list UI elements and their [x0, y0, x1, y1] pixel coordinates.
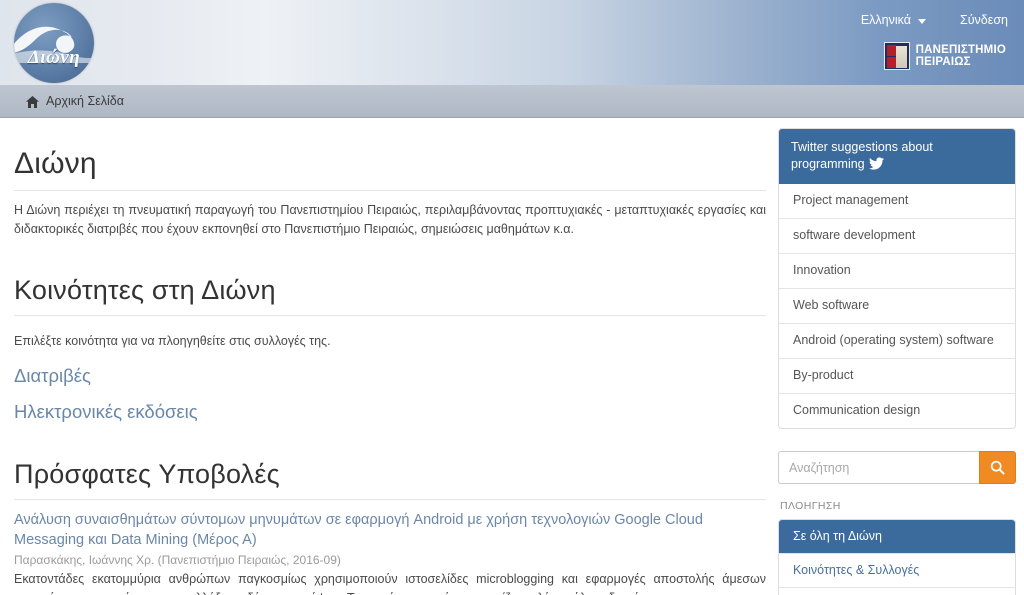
university-logo[interactable]: ΠΑΝΕΠΙΣΤΗΜΙΟ ΠΕΙΡΑΙΩΣ: [883, 42, 1006, 70]
twitter-suggestion-list: Project management software development …: [779, 184, 1015, 428]
submission-metadata: Παρασκάκης, Ιωάννης Χρ. (Πανεπιστήμιο Πε…: [14, 553, 341, 567]
nav-item-all-of-dione[interactable]: Σε όλη τη Διώνη: [779, 520, 1015, 553]
logo-circle: Διώνη: [14, 3, 94, 83]
list-item[interactable]: software development: [779, 218, 1015, 253]
home-icon: [26, 96, 39, 108]
language-label: Ελληνικά: [860, 13, 911, 27]
search-button[interactable]: [979, 451, 1016, 484]
community-link-epublications[interactable]: Ηλεκτρονικές εκδόσεις: [14, 401, 198, 422]
breadcrumb-item-home[interactable]: Αρχική Σελίδα: [26, 94, 124, 108]
university-name-line1: ΠΑΝΕΠΙΣΤΗΜΙΟ: [915, 44, 1006, 56]
site-logo[interactable]: Διώνη: [14, 3, 94, 83]
university-crest-icon: [883, 42, 910, 70]
page-body: Διώνη Η Διώνη περιέχει τη πνευματική παρ…: [0, 118, 1024, 595]
university-name: ΠΑΝΕΠΙΣΤΗΜΙΟ ΠΕΙΡΑΙΩΣ: [916, 44, 1006, 68]
intro-paragraph: Η Διώνη περιέχει τη πνευματική παραγωγή …: [14, 203, 766, 236]
list-item[interactable]: Διατριβές: [14, 365, 766, 387]
search-icon: [990, 460, 1005, 475]
list-item[interactable]: Communication design: [779, 393, 1015, 428]
search-input[interactable]: [778, 451, 979, 484]
twitter-panel-header: Twitter suggestions about programming: [779, 129, 1015, 184]
twitter-suggestions-panel: Twitter suggestions about programming Pr…: [778, 128, 1016, 429]
search-form: [778, 451, 1016, 484]
login-label: Σύνδεση: [959, 13, 1008, 27]
list-item[interactable]: Android (operating system) software: [779, 323, 1015, 358]
chevron-down-icon: [917, 18, 926, 24]
twitter-panel-title: Twitter suggestions about programming: [791, 140, 933, 171]
sidebar: Twitter suggestions about programming Pr…: [778, 118, 1016, 595]
list-item[interactable]: Innovation: [779, 253, 1015, 288]
list-item[interactable]: Project management: [779, 184, 1015, 218]
community-list: Διατριβές Ηλεκτρονικές εκδόσεις: [14, 365, 766, 423]
site-header: Διώνη Ελληνικά Σύνδεση ΠΑΝΕΠΙΣΤΗΜΙΟ ΠΕΙΡ…: [0, 0, 1024, 85]
list-item[interactable]: Web software: [779, 288, 1015, 323]
nav-item-by-issue-date[interactable]: Ανά ημερομηνία έκδοσης: [779, 587, 1015, 595]
page-title: Διώνη: [14, 147, 766, 191]
login-link[interactable]: Σύνδεση: [960, 13, 1008, 27]
communities-lead: Επιλέξτε κοινότητα για να πλοηγηθείτε στ…: [14, 334, 331, 348]
navigation-list: Σε όλη τη Διώνη Κοινότητες & Συλλογές Αν…: [778, 519, 1016, 595]
navigation-label: ΠΛΟΗΓΗΣΗ: [780, 500, 841, 512]
community-link-theses[interactable]: Διατριβές: [14, 365, 91, 386]
nav-item-communities-collections[interactable]: Κοινότητες & Συλλογές: [779, 553, 1015, 587]
university-name-line2: ΠΕΙΡΑΙΩΣ: [915, 56, 971, 68]
header-utility-links: Ελληνικά Σύνδεση: [861, 13, 1008, 27]
submission-title-link[interactable]: Ανάλυση συναισθημάτων σύντομων μηνυμάτων…: [14, 510, 766, 550]
main-content: Διώνη Η Διώνη περιέχει τη πνευματική παρ…: [14, 118, 766, 595]
logo-wordmark: Διώνη: [27, 47, 81, 68]
breadcrumb: Αρχική Σελίδα: [0, 85, 1024, 118]
language-selector[interactable]: Ελληνικά: [861, 13, 926, 27]
communities-heading: Κοινότητες στη Διώνη: [14, 275, 766, 316]
list-item[interactable]: Ηλεκτρονικές εκδόσεις: [14, 401, 766, 423]
breadcrumb-home-label: Αρχική Σελίδα: [46, 94, 124, 108]
submission-abstract: Εκατοντάδες εκατομμύρια ανθρώπων παγκοσμ…: [14, 572, 766, 595]
list-item[interactable]: By-product: [779, 358, 1015, 393]
twitter-bird-icon: [868, 157, 884, 170]
recent-submissions-heading: Πρόσφατες Υποβολές: [14, 459, 766, 500]
list-item: Ανάλυση συναισθημάτων σύντομων μηνυμάτων…: [14, 510, 766, 595]
